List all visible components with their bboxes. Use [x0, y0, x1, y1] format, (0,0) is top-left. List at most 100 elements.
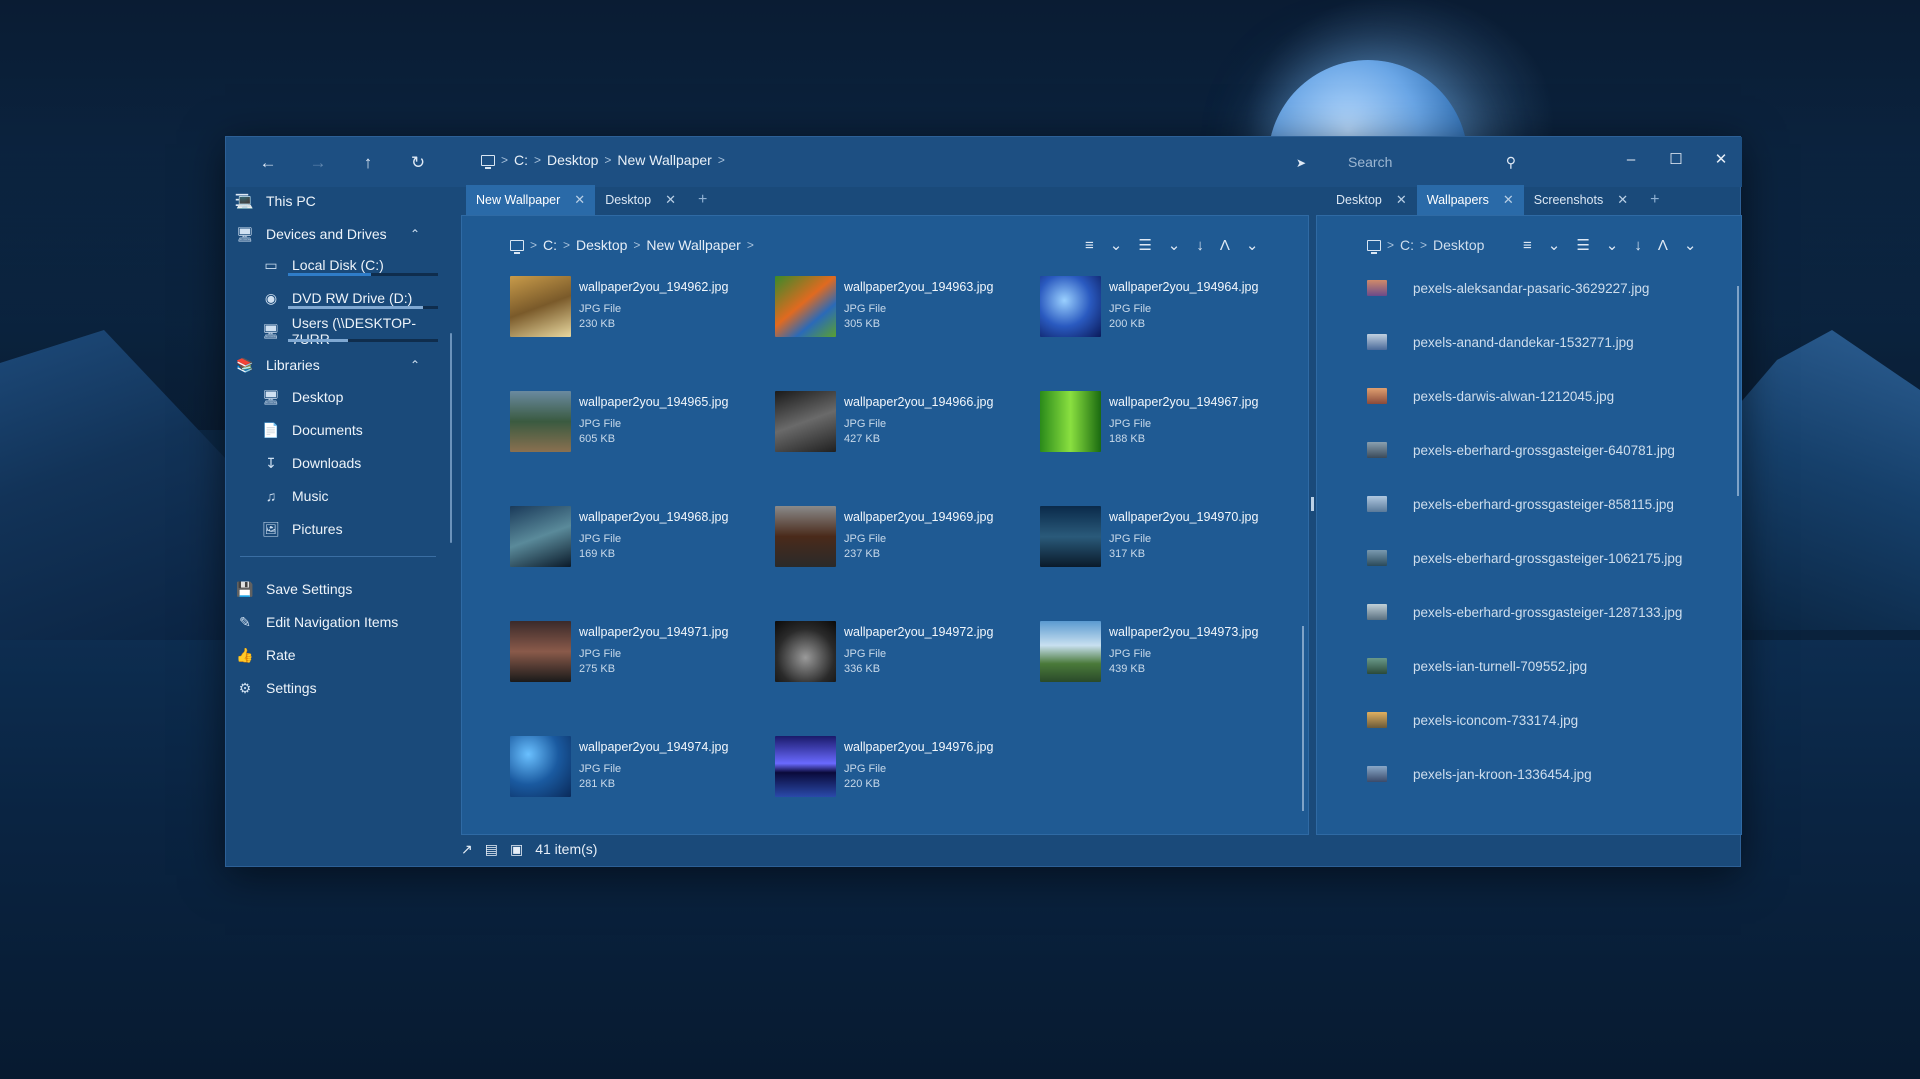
breadcrumb-item[interactable]: Desktop [1433, 237, 1484, 253]
file-item[interactable]: wallpaper2you_194966.jpg JPG File 427 KB [775, 391, 1035, 461]
breadcrumb-item[interactable]: Desktop [547, 152, 598, 168]
close-icon[interactable]: ✕ [1503, 192, 1514, 208]
preview-pane-icon[interactable]: ▣ [510, 841, 523, 858]
file-item[interactable]: wallpaper2you_194972.jpg JPG File 336 KB [775, 621, 1035, 691]
list-item[interactable]: pexels-eberhard-grossgasteiger-1287133.j… [1367, 600, 1682, 624]
up-button[interactable]: ↑ [356, 151, 380, 175]
chevron-down-icon[interactable]: ⌄ [1168, 236, 1181, 254]
chevron-down-icon[interactable]: ⌄ [1606, 236, 1619, 254]
view-mode-icon[interactable]: ≡ [1523, 237, 1532, 254]
pane-splitter[interactable] [1311, 497, 1314, 511]
breadcrumb-item[interactable]: C: [1400, 237, 1414, 253]
pane-breadcrumb[interactable]: > C: > Desktop [1367, 237, 1484, 254]
sidebar-item-desktop[interactable]: 🖥 Desktop [262, 385, 343, 409]
file-type: JPG File [579, 648, 622, 660]
details-pane-icon[interactable]: ▤ [485, 841, 498, 858]
file-item[interactable]: wallpaper2you_194974.jpg JPG File 281 KB [510, 736, 770, 806]
sidebar-scrollbar[interactable] [450, 333, 452, 543]
right-pane-scrollbar[interactable] [1737, 286, 1739, 496]
tab-wallpapers[interactable]: Wallpapers ✕ [1416, 185, 1524, 215]
chevron-down-icon[interactable]: ⌄ [1246, 236, 1259, 254]
file-item[interactable]: wallpaper2you_194962.jpg JPG File 230 KB [510, 276, 770, 346]
sidebar-section-devices[interactable]: 🖥 Devices and Drives ⌃ [236, 222, 436, 246]
breadcrumb-item[interactable]: New Wallpaper [646, 237, 740, 253]
list-icon[interactable]: ☰ [1576, 236, 1589, 254]
file-item[interactable]: wallpaper2you_194973.jpg JPG File 439 KB [1040, 621, 1300, 691]
new-tab-button[interactable]: + [1638, 185, 1671, 215]
file-name: pexels-ian-turnell-709552.jpg [1413, 658, 1588, 674]
file-item[interactable]: wallpaper2you_194971.jpg JPG File 275 KB [510, 621, 770, 691]
breadcrumb-item[interactable]: C: [543, 237, 557, 253]
chevron-down-icon[interactable]: ⌄ [1110, 236, 1123, 254]
close-icon[interactable]: ✕ [574, 192, 585, 208]
breadcrumb-item[interactable]: New Wallpaper [617, 152, 711, 168]
chevron-right-icon: > [501, 153, 509, 167]
list-item[interactable]: pexels-eberhard-grossgasteiger-1062175.j… [1367, 546, 1682, 570]
back-button[interactable]: ← [256, 151, 280, 175]
chevron-down-icon[interactable]: ⌄ [1548, 236, 1561, 254]
refresh-button[interactable]: ↻ [406, 151, 430, 175]
sidebar-section-libraries[interactable]: 📚 Libraries ⌃ [236, 353, 436, 377]
file-item[interactable]: wallpaper2you_194969.jpg JPG File 237 KB [775, 506, 1035, 576]
close-icon[interactable]: ✕ [1396, 192, 1407, 208]
tab-desktop[interactable]: Desktop ✕ [1326, 185, 1417, 215]
close-icon[interactable]: ✕ [665, 192, 676, 208]
search-icon[interactable]: ⚲ [1506, 154, 1516, 171]
file-item[interactable]: wallpaper2you_194970.jpg JPG File 317 KB [1040, 506, 1300, 576]
list-item[interactable]: pexels-iconcom-733174.jpg [1367, 708, 1578, 732]
breadcrumb-item[interactable]: C: [514, 152, 528, 168]
breadcrumb-item[interactable]: Desktop [576, 237, 627, 253]
sort-alpha-icon[interactable]: Λ [1658, 237, 1668, 254]
list-item[interactable]: pexels-jan-kroon-1336454.jpg [1367, 762, 1592, 786]
list-item[interactable]: pexels-aleksandar-pasaric-3629227.jpg [1367, 276, 1649, 300]
computer-icon[interactable] [481, 154, 495, 169]
trend-icon[interactable]: ↗ [461, 841, 473, 858]
chevron-down-icon[interactable]: ⌄ [1684, 236, 1697, 254]
sort-descending-icon[interactable]: ↓ [1634, 237, 1642, 254]
chevron-up-icon[interactable]: ⌃ [410, 227, 420, 241]
sidebar-item-documents[interactable]: 📄 Documents [262, 418, 363, 442]
tab-new-wallpaper[interactable]: New Wallpaper ✕ [466, 185, 596, 215]
edit-navigation-button[interactable]: ✎ Edit Navigation Items [236, 610, 398, 634]
search-input[interactable]: Search [1348, 154, 1392, 170]
list-item[interactable]: pexels-ian-turnell-709552.jpg [1367, 654, 1587, 678]
chevron-up-icon[interactable]: ⌃ [410, 358, 420, 372]
list-item[interactable]: pexels-darwis-alwan-1212045.jpg [1367, 384, 1614, 408]
file-item[interactable]: wallpaper2you_194967.jpg JPG File 188 KB [1040, 391, 1300, 461]
rate-button[interactable]: 👍 Rate [236, 643, 295, 667]
layout-icon[interactable]: ☰ [1138, 236, 1151, 254]
left-pane-scrollbar[interactable] [1302, 626, 1304, 811]
file-item[interactable]: wallpaper2you_194976.jpg JPG File 220 KB [775, 736, 1035, 806]
file-item[interactable]: wallpaper2you_194965.jpg JPG File 605 KB [510, 391, 770, 461]
search-box[interactable]: Search ⚲ [1326, 148, 1526, 176]
list-item[interactable]: pexels-eberhard-grossgasteiger-858115.jp… [1367, 492, 1674, 516]
sort-alpha-icon[interactable]: Λ [1220, 237, 1230, 254]
minimize-button[interactable]: – [1611, 145, 1651, 173]
close-window-button[interactable]: ✕ [1701, 145, 1741, 173]
file-item[interactable]: wallpaper2you_194963.jpg JPG File 305 KB [775, 276, 1035, 346]
settings-button[interactable]: ⚙ Settings [236, 676, 317, 700]
file-size: 169 KB [579, 548, 616, 560]
file-item[interactable]: wallpaper2you_194964.jpg JPG File 200 KB [1040, 276, 1300, 346]
view-mode-icon[interactable]: ≡ [1085, 237, 1094, 254]
forward-button[interactable]: → [306, 151, 330, 175]
file-item[interactable]: wallpaper2you_194968.jpg JPG File 169 KB [510, 506, 770, 576]
save-settings-button[interactable]: 💾 Save Settings [236, 577, 352, 601]
tab-screenshots[interactable]: Screenshots ✕ [1524, 185, 1638, 215]
maximize-button[interactable]: ☐ [1656, 145, 1696, 173]
pane-breadcrumb[interactable]: > C: > Desktop > New Wallpaper > [510, 237, 754, 254]
address-breadcrumb[interactable]: > C: > Desktop > New Wallpaper > [481, 152, 725, 169]
send-button[interactable]: ➤ [1289, 151, 1313, 175]
sidebar-item-this-pc[interactable]: 💻 This PC [236, 189, 316, 213]
close-icon[interactable]: ✕ [1617, 192, 1628, 208]
sidebar-item-music[interactable]: ♫ Music [262, 484, 329, 508]
sidebar-item-downloads[interactable]: ↧ Downloads [262, 451, 361, 475]
list-item[interactable]: pexels-anand-dandekar-1532771.jpg [1367, 330, 1634, 354]
computer-icon[interactable] [510, 239, 524, 254]
sidebar-item-pictures[interactable]: 🖼 Pictures [262, 517, 342, 541]
list-item[interactable]: pexels-eberhard-grossgasteiger-640781.jp… [1367, 438, 1675, 462]
new-tab-button[interactable]: + [686, 185, 719, 215]
computer-icon[interactable] [1367, 239, 1381, 254]
tab-desktop[interactable]: Desktop ✕ [595, 185, 686, 215]
sort-descending-icon[interactable]: ↓ [1196, 237, 1204, 254]
